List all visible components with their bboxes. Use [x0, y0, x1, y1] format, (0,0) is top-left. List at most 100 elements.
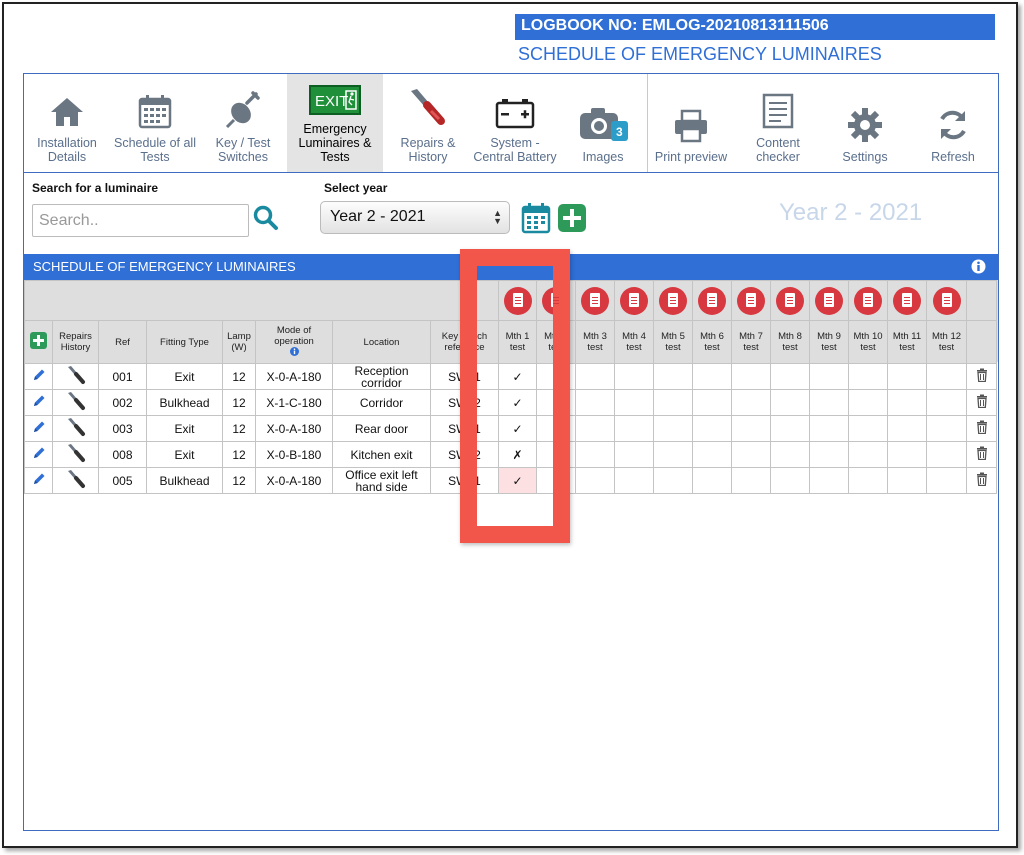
- cell-month-result[interactable]: [848, 363, 888, 390]
- cell-month-result[interactable]: [653, 415, 693, 442]
- month-report-icon[interactable]: [770, 280, 810, 321]
- cell-month-result[interactable]: [770, 441, 810, 468]
- month-report-icon[interactable]: [575, 280, 615, 321]
- cell-month-1-result[interactable]: ✗: [498, 441, 537, 468]
- cell-month-result[interactable]: [887, 441, 927, 468]
- month-report-icon[interactable]: [614, 280, 654, 321]
- delete-trash-icon[interactable]: [966, 441, 997, 468]
- month-report-icon[interactable]: [692, 280, 732, 321]
- edit-pencil-icon[interactable]: [24, 389, 53, 416]
- tool-content-checker[interactable]: Content checker: [735, 74, 821, 172]
- month-report-icon[interactable]: [536, 280, 576, 321]
- cell-month-1-result[interactable]: ✓: [498, 415, 537, 442]
- month-report-icon[interactable]: [926, 280, 967, 321]
- cell-month-result[interactable]: [809, 363, 849, 390]
- cell-month-result[interactable]: [809, 441, 849, 468]
- search-input[interactable]: [32, 204, 249, 237]
- month-report-icon[interactable]: [731, 280, 771, 321]
- repairs-screwdriver-icon[interactable]: [52, 389, 99, 416]
- month-report-icon[interactable]: [848, 280, 888, 321]
- cell-month-1-result[interactable]: ✓: [498, 363, 537, 390]
- cell-month-result[interactable]: [848, 441, 888, 468]
- edit-pencil-icon[interactable]: [24, 441, 53, 468]
- cell-month-result[interactable]: [809, 467, 849, 494]
- repairs-screwdriver-icon[interactable]: [52, 467, 99, 494]
- cell-month-result[interactable]: [692, 415, 732, 442]
- calendar-button-icon[interactable]: [521, 202, 551, 239]
- delete-trash-icon[interactable]: [966, 363, 997, 390]
- delete-trash-icon[interactable]: [966, 389, 997, 416]
- cell-month-result[interactable]: [731, 441, 771, 468]
- cell-month-result[interactable]: [770, 389, 810, 416]
- tool-repairs-history[interactable]: Repairs & History: [385, 74, 471, 172]
- cell-month-result[interactable]: [848, 415, 888, 442]
- repairs-screwdriver-icon[interactable]: [52, 441, 99, 468]
- cell-month-result[interactable]: [926, 415, 967, 442]
- cell-month-result[interactable]: [770, 467, 810, 494]
- cell-month-result[interactable]: [887, 363, 927, 390]
- cell-month-result[interactable]: [926, 441, 967, 468]
- tool-schedule-all-tests[interactable]: Schedule of all Tests: [112, 74, 198, 172]
- cell-month-result[interactable]: [692, 467, 732, 494]
- cell-month-result[interactable]: [731, 415, 771, 442]
- edit-pencil-icon[interactable]: [24, 415, 53, 442]
- cell-month-result[interactable]: [731, 363, 771, 390]
- cell-month-result[interactable]: [614, 389, 654, 416]
- cell-month-result[interactable]: [887, 389, 927, 416]
- cell-month-result[interactable]: [848, 467, 888, 494]
- delete-trash-icon[interactable]: [966, 415, 997, 442]
- info-icon[interactable]: [971, 259, 986, 277]
- cell-month-result[interactable]: [809, 389, 849, 416]
- add-luminaire-icon[interactable]: [24, 320, 53, 364]
- cell-month-result[interactable]: [926, 467, 967, 494]
- cell-month-result[interactable]: [575, 389, 615, 416]
- cell-month-result[interactable]: [926, 389, 967, 416]
- repairs-screwdriver-icon[interactable]: [52, 363, 99, 390]
- cell-month-result[interactable]: [653, 389, 693, 416]
- tool-refresh[interactable]: Refresh: [910, 74, 996, 172]
- month-report-icon[interactable]: [887, 280, 927, 321]
- cell-month-result[interactable]: [653, 467, 693, 494]
- cell-month-result[interactable]: [536, 389, 576, 416]
- cell-month-result[interactable]: [692, 441, 732, 468]
- cell-month-result[interactable]: [653, 363, 693, 390]
- cell-month-result[interactable]: [653, 441, 693, 468]
- tool-key-test-switches[interactable]: Key / Test Switches: [200, 74, 286, 172]
- cell-month-result[interactable]: [692, 389, 732, 416]
- tool-settings[interactable]: Settings: [822, 74, 908, 172]
- cell-month-result[interactable]: [575, 415, 615, 442]
- cell-month-result[interactable]: [536, 467, 576, 494]
- edit-pencil-icon[interactable]: [24, 467, 53, 494]
- cell-month-1-result[interactable]: ✓: [498, 467, 537, 494]
- cell-month-1-result[interactable]: ✓: [498, 389, 537, 416]
- add-year-icon[interactable]: [558, 204, 586, 237]
- cell-month-result[interactable]: [536, 363, 576, 390]
- repairs-screwdriver-icon[interactable]: [52, 415, 99, 442]
- tool-emergency-luminaires[interactable]: EXIT Emergency Luminaires & Tests: [287, 74, 383, 172]
- delete-trash-icon[interactable]: [966, 467, 997, 494]
- cell-month-result[interactable]: [926, 363, 967, 390]
- tool-installation-details[interactable]: Installation Details: [24, 74, 110, 172]
- tool-print-preview[interactable]: Print preview: [648, 74, 734, 172]
- cell-month-result[interactable]: [575, 363, 615, 390]
- month-report-icon[interactable]: [809, 280, 849, 321]
- cell-month-result[interactable]: [809, 415, 849, 442]
- cell-month-result[interactable]: [614, 441, 654, 468]
- cell-month-result[interactable]: [614, 363, 654, 390]
- cell-month-result[interactable]: [731, 389, 771, 416]
- cell-month-result[interactable]: [575, 441, 615, 468]
- cell-month-result[interactable]: [575, 467, 615, 494]
- cell-month-result[interactable]: [848, 389, 888, 416]
- cell-month-result[interactable]: [731, 467, 771, 494]
- cell-month-result[interactable]: [536, 415, 576, 442]
- year-select[interactable]: Year 2 - 2021 ▲ ▼: [320, 201, 510, 234]
- tool-central-battery[interactable]: System - Central Battery: [472, 74, 558, 172]
- cell-month-result[interactable]: [887, 415, 927, 442]
- search-icon[interactable]: [253, 205, 279, 236]
- tool-images[interactable]: 3 Images: [560, 74, 646, 172]
- cell-month-result[interactable]: [770, 415, 810, 442]
- mode-info-icon[interactable]: [289, 347, 299, 359]
- cell-month-result[interactable]: [692, 363, 732, 390]
- cell-month-result[interactable]: [770, 363, 810, 390]
- month-report-icon[interactable]: [498, 280, 537, 321]
